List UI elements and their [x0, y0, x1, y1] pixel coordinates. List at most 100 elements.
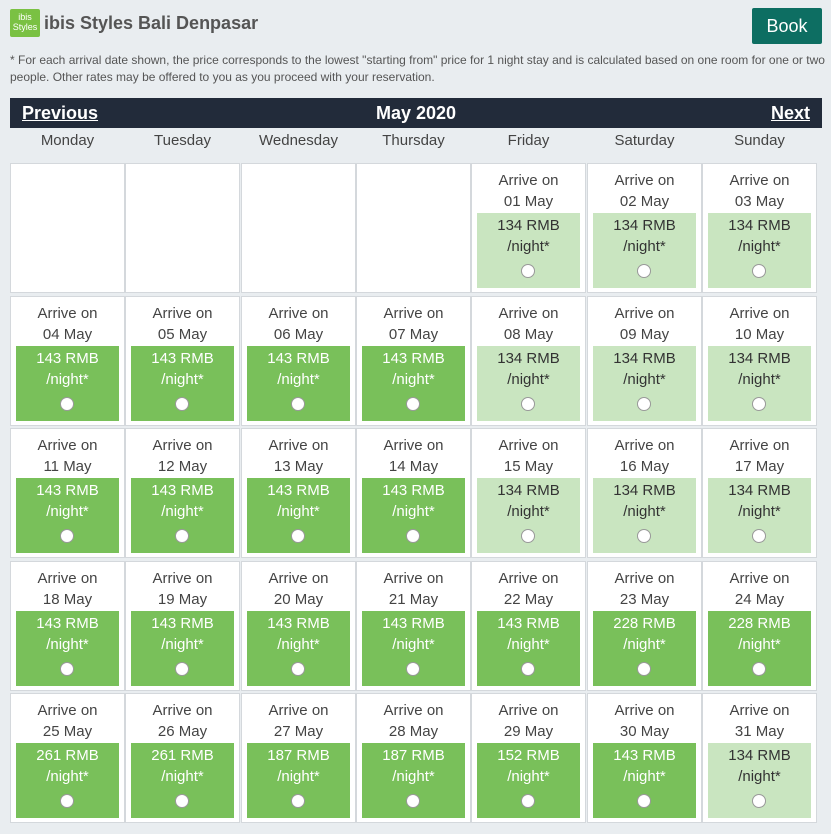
arrival-date: 31 May [734, 723, 785, 740]
select-date-radio[interactable] [752, 397, 766, 411]
price-label: 143 RMB/night* [477, 613, 580, 655]
select-date-radio[interactable] [752, 794, 766, 808]
price-value: 143 RMB [382, 482, 445, 499]
arrival-date: 26 May [157, 723, 208, 740]
arrive-label: Arrive on 07 May [357, 303, 470, 345]
price-option[interactable]: 134 RMB/night* [477, 478, 580, 553]
day-cell: Arrive on 17 May 134 RMB/night* [702, 428, 817, 558]
price-option[interactable]: 143 RMB/night* [16, 611, 119, 686]
price-option[interactable]: 143 RMB/night* [131, 611, 234, 686]
select-date-radio[interactable] [175, 529, 189, 543]
price-label: 143 RMB/night* [16, 613, 119, 655]
price-option[interactable]: 143 RMB/night* [362, 611, 465, 686]
arrive-on-text: Arrive on [729, 172, 790, 189]
arrival-date: 19 May [157, 591, 208, 608]
price-option[interactable]: 187 RMB/night* [247, 743, 350, 818]
price-option[interactable]: 143 RMB/night* [362, 346, 465, 421]
price-option[interactable]: 143 RMB/night* [362, 478, 465, 553]
price-option[interactable]: 134 RMB/night* [477, 213, 580, 288]
select-date-radio[interactable] [637, 794, 651, 808]
book-button[interactable]: Book [752, 8, 822, 44]
select-date-radio[interactable] [637, 264, 651, 278]
select-date-radio[interactable] [637, 529, 651, 543]
select-date-radio[interactable] [752, 264, 766, 278]
per-night-text: /night* [161, 768, 204, 785]
select-date-radio[interactable] [60, 397, 74, 411]
select-date-radio[interactable] [637, 397, 651, 411]
price-option[interactable]: 134 RMB/night* [708, 743, 811, 818]
price-option[interactable]: 261 RMB/night* [16, 743, 119, 818]
price-value: 143 RMB [151, 615, 214, 632]
select-date-radio[interactable] [60, 529, 74, 543]
price-option[interactable]: 134 RMB/night* [477, 346, 580, 421]
per-night-text: /night* [507, 768, 550, 785]
empty-day-cell [10, 163, 125, 293]
price-option[interactable]: 143 RMB/night* [247, 478, 350, 553]
price-option[interactable]: 143 RMB/night* [247, 346, 350, 421]
select-date-radio[interactable] [175, 794, 189, 808]
arrival-date: 07 May [388, 326, 439, 343]
weekday-label: Friday [507, 132, 550, 149]
header: ibis Styles ibis Styles Bali Denpasar Bo… [0, 0, 831, 48]
price-label: 143 RMB/night* [593, 745, 696, 787]
per-night-text: /night* [623, 768, 666, 785]
select-date-radio[interactable] [291, 529, 305, 543]
price-option[interactable]: 134 RMB/night* [708, 346, 811, 421]
select-date-radio[interactable] [521, 264, 535, 278]
select-date-radio[interactable] [637, 662, 651, 676]
price-option[interactable]: 228 RMB/night* [708, 611, 811, 686]
price-option[interactable]: 228 RMB/night* [593, 611, 696, 686]
select-date-radio[interactable] [752, 529, 766, 543]
empty-day-cell [356, 163, 471, 293]
select-date-radio[interactable] [521, 529, 535, 543]
price-option[interactable]: 143 RMB/night* [131, 478, 234, 553]
select-date-radio[interactable] [175, 662, 189, 676]
price-label: 134 RMB/night* [708, 480, 811, 522]
day-cell: Arrive on 30 May 143 RMB/night* [587, 693, 702, 823]
price-option[interactable]: 143 RMB/night* [247, 611, 350, 686]
price-option[interactable]: 143 RMB/night* [593, 743, 696, 818]
price-option[interactable]: 187 RMB/night* [362, 743, 465, 818]
select-date-radio[interactable] [406, 662, 420, 676]
price-value: 134 RMB [497, 350, 560, 367]
select-date-radio[interactable] [406, 529, 420, 543]
price-label: 143 RMB/night* [247, 613, 350, 655]
select-date-radio[interactable] [175, 397, 189, 411]
arrive-label: Arrive on 26 May [126, 700, 239, 742]
select-date-radio[interactable] [521, 397, 535, 411]
arrival-date: 11 May [43, 458, 92, 475]
day-cell: Arrive on 29 May 152 RMB/night* [471, 693, 586, 823]
arrive-label: Arrive on 03 May [703, 170, 816, 212]
price-option[interactable]: 152 RMB/night* [477, 743, 580, 818]
select-date-radio[interactable] [60, 794, 74, 808]
price-option[interactable]: 134 RMB/night* [708, 213, 811, 288]
select-date-radio[interactable] [521, 794, 535, 808]
price-option[interactable]: 143 RMB/night* [131, 346, 234, 421]
select-date-radio[interactable] [752, 662, 766, 676]
select-date-radio[interactable] [406, 794, 420, 808]
arrival-date: 04 May [42, 326, 93, 343]
select-date-radio[interactable] [291, 662, 305, 676]
price-option[interactable]: 261 RMB/night* [131, 743, 234, 818]
price-option[interactable]: 143 RMB/night* [16, 478, 119, 553]
price-value: 228 RMB [613, 615, 676, 632]
price-option[interactable]: 134 RMB/night* [593, 346, 696, 421]
select-date-radio[interactable] [521, 662, 535, 676]
arrive-on-text: Arrive on [152, 437, 213, 454]
select-date-radio[interactable] [406, 397, 420, 411]
arrival-date: 25 May [42, 723, 93, 740]
select-date-radio[interactable] [291, 794, 305, 808]
price-option[interactable]: 143 RMB/night* [477, 611, 580, 686]
weekday-label: Monday [40, 132, 95, 149]
arrive-on-text: Arrive on [729, 305, 790, 322]
select-date-radio[interactable] [60, 662, 74, 676]
price-option[interactable]: 134 RMB/night* [593, 478, 696, 553]
price-option[interactable]: 134 RMB/night* [708, 478, 811, 553]
select-date-radio[interactable] [291, 397, 305, 411]
price-option[interactable]: 143 RMB/night* [16, 346, 119, 421]
next-month-link[interactable]: Next [771, 103, 810, 124]
price-option[interactable]: 134 RMB/night* [593, 213, 696, 288]
per-night-text: /night* [738, 503, 781, 520]
per-night-text: /night* [277, 636, 320, 653]
arrival-date: 30 May [619, 723, 670, 740]
